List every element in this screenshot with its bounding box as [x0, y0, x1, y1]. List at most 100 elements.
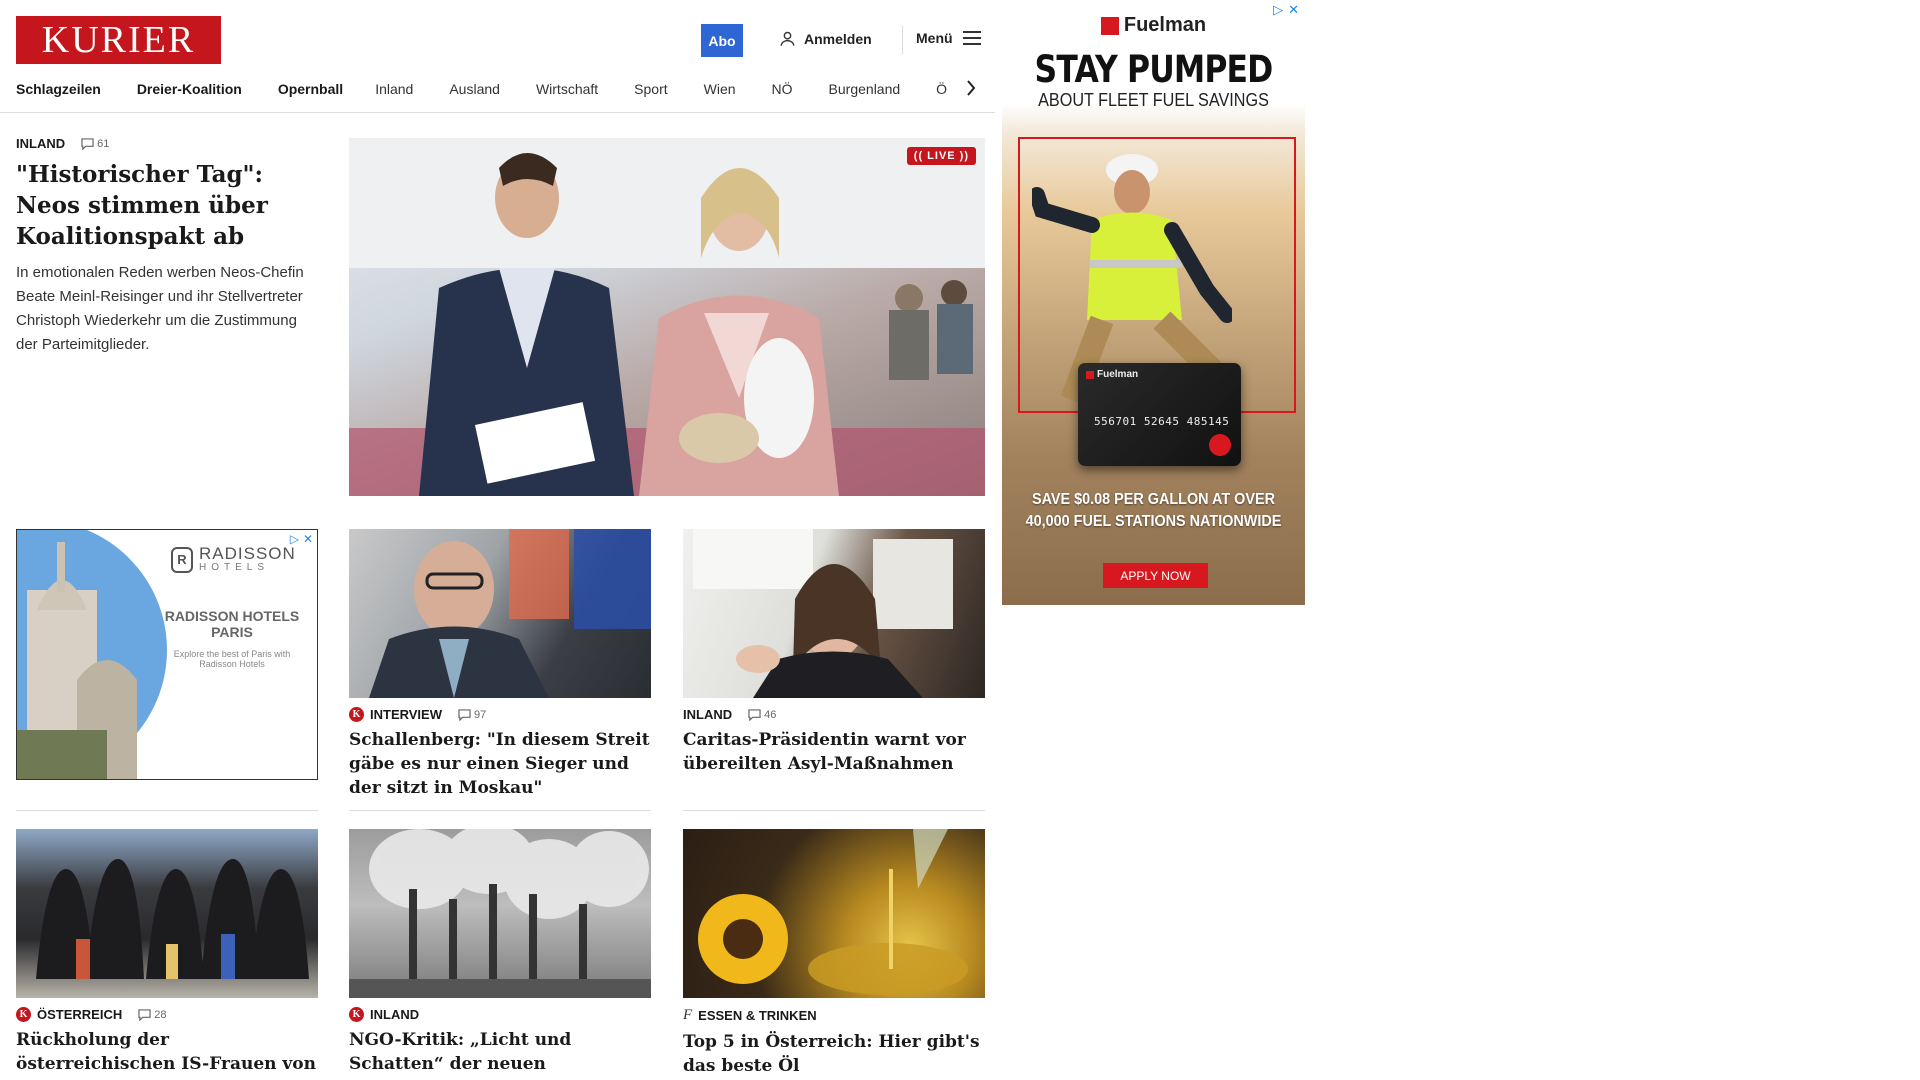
- fuelman-save-text: SAVE $0.08 PER GALLON AT OVER 40,000 FUE…: [1025, 491, 1282, 530]
- header-rule: [0, 112, 995, 113]
- radisson-ad-title: RADISSON HOTELS PARIS: [164, 608, 300, 640]
- comment-count-value: 61: [97, 137, 110, 150]
- row-divider: [349, 810, 651, 811]
- menu-label: Menü: [916, 30, 953, 46]
- row-divider: [16, 810, 318, 811]
- abo-button[interactable]: Abo: [701, 24, 743, 57]
- radisson-mark-icon: R: [171, 546, 193, 573]
- nav-scroll-right-button[interactable]: [962, 78, 980, 98]
- fuelman-headline: STAY PUMPED: [1034, 48, 1274, 91]
- radisson-brand: RADISSON: [199, 544, 296, 563]
- article-photo: [698, 829, 968, 995]
- article-headline[interactable]: Caritas-Präsidentin warnt vor übereilten…: [683, 728, 985, 776]
- fuel-card-image: Fuelman 556701 52645 485145: [1078, 363, 1241, 466]
- article-image[interactable]: [349, 829, 651, 998]
- nav-item-ausland[interactable]: Ausland: [449, 81, 500, 97]
- article-card[interactable]: f ESSEN & TRINKEN Top 5 in Österreich: H…: [683, 829, 985, 1078]
- comment-count[interactable]: 61: [81, 138, 109, 150]
- nav-item-schlagzeilen[interactable]: Schlagzeilen: [16, 81, 101, 97]
- article-photo: [36, 859, 309, 979]
- section-nav: Schlagzeilen Dreier-Koalition Opernball …: [16, 77, 981, 101]
- article-kicker: INLAND 61: [16, 136, 321, 151]
- fuel-card-logo: Fuelman: [1086, 369, 1138, 380]
- article-kicker: K INLAND: [349, 1007, 651, 1022]
- lead-image[interactable]: (( LIVE )): [349, 138, 985, 496]
- apply-now-button[interactable]: APPLY NOW: [1103, 563, 1208, 588]
- kurier-logo[interactable]: KURIER: [16, 16, 221, 64]
- fuelman-logo-mark-icon: [1100, 16, 1119, 35]
- article-card[interactable]: K INLAND NGO-Kritik: „Licht und Schatten…: [349, 829, 651, 1080]
- fuelman-card-mark-icon: [1086, 370, 1094, 379]
- kurier-plus-badge-icon: K: [16, 1007, 31, 1022]
- nav-item-sport[interactable]: Sport: [634, 81, 667, 97]
- row-divider: [683, 810, 985, 811]
- header-divider: [902, 26, 903, 54]
- article-kicker: INLAND 46: [683, 707, 985, 722]
- login-button[interactable]: Anmelden: [779, 30, 872, 47]
- nav-item-wirtschaft[interactable]: Wirtschaft: [536, 81, 598, 97]
- article-image[interactable]: [16, 829, 318, 998]
- fuelman-ad[interactable]: ▷ ✕ Fuelman STAY PUMPED ABOUT FLEET FUEL…: [1002, 0, 1305, 605]
- kurier-plus-badge-icon: K: [349, 1007, 364, 1022]
- article-photo: [369, 529, 651, 698]
- radisson-ad-text: Explore the best of Paris with Radisson …: [173, 649, 291, 669]
- radisson-ad[interactable]: ▷ ✕ R RADISSON HOTELS RADISSON HOTELS PA…: [16, 529, 318, 780]
- article-image[interactable]: [349, 529, 651, 698]
- comment-count[interactable]: 97: [458, 709, 486, 721]
- live-badge: (( LIVE )): [906, 147, 976, 165]
- article-headline[interactable]: Schallenberg: "In diesem Streit gäbe es …: [349, 728, 651, 800]
- nav-item-wien[interactable]: Wien: [704, 81, 736, 97]
- article-image[interactable]: [683, 829, 985, 998]
- nav-item-burgenland[interactable]: Burgenland: [829, 81, 901, 97]
- lead-photo: [349, 138, 985, 496]
- kurier-plus-badge-icon: K: [349, 707, 364, 722]
- comment-count-value: 28: [154, 1008, 167, 1021]
- hamburger-icon: [962, 31, 981, 45]
- article-card[interactable]: K INTERVIEW 97 Schallenberg: "In diesem …: [349, 529, 651, 800]
- ad-close-icon[interactable]: ✕: [303, 532, 313, 546]
- lead-teaser: In emotionalen Reden werben Neos-Chefin …: [16, 264, 304, 353]
- comment-count-value: 97: [474, 708, 487, 721]
- kicker-label: INLAND: [370, 1007, 420, 1022]
- login-label: Anmelden: [804, 30, 872, 47]
- article-image[interactable]: [683, 529, 985, 698]
- article-card[interactable]: K ÖSTERREICH 28 Rückholung der österreic…: [16, 829, 318, 1080]
- comment-count[interactable]: 46: [748, 709, 776, 721]
- nav-item-opernball[interactable]: Opernball: [278, 81, 343, 97]
- article-kicker: K INTERVIEW 97: [349, 707, 651, 722]
- fuel-card-pump-icon: [1209, 434, 1231, 456]
- nav-item-oesterreich[interactable]: Ö: [936, 81, 947, 97]
- kicker-label: ESSEN & TRINKEN: [698, 1008, 817, 1023]
- article-headline[interactable]: Top 5 in Österreich: Hier gibt's das bes…: [683, 1030, 985, 1078]
- kicker-label: ÖSTERREICH: [37, 1007, 123, 1022]
- menu-button[interactable]: Menü: [916, 30, 981, 46]
- comment-count[interactable]: 28: [138, 1009, 166, 1021]
- user-icon: [780, 31, 795, 46]
- comment-icon: [748, 708, 761, 721]
- kicker-label: INTERVIEW: [370, 707, 442, 722]
- fuel-card-number: 556701 52645 485145: [1094, 415, 1230, 428]
- comment-icon: [81, 137, 94, 150]
- nav-item-inland[interactable]: Inland: [375, 81, 413, 97]
- lead-article[interactable]: INLAND 61 "Historischer Tag": Neos stimm…: [16, 136, 321, 357]
- article-kicker: K ÖSTERREICH 28: [16, 1007, 318, 1022]
- comment-icon: [138, 1008, 151, 1021]
- genuss-badge-icon: f: [683, 1007, 693, 1023]
- fuel-card-brand: Fuelman: [1097, 369, 1139, 380]
- lead-headline[interactable]: "Historischer Tag": Neos stimmen über Ko…: [16, 159, 321, 252]
- fuelman-brand: Fuelman: [1123, 14, 1207, 36]
- nav-item-dreier-koalition[interactable]: Dreier-Koalition: [137, 81, 242, 97]
- comment-icon: [458, 708, 471, 721]
- article-headline[interactable]: NGO-Kritik: „Licht und Schatten“ der neu…: [349, 1028, 651, 1080]
- article-card[interactable]: INLAND 46 Caritas-Präsidentin warnt vor …: [683, 529, 985, 776]
- nav-item-noe[interactable]: NÖ: [772, 81, 793, 97]
- comment-count-value: 46: [764, 708, 777, 721]
- radisson-brand-sub: HOTELS: [199, 562, 270, 573]
- article-kicker: f ESSEN & TRINKEN: [683, 1007, 985, 1024]
- chevron-right-icon: [967, 80, 976, 96]
- fuelman-subline: ABOUT FLEET FUEL SAVINGS: [1038, 90, 1269, 110]
- kicker-label: INLAND: [16, 136, 66, 151]
- article-photo: [693, 529, 953, 698]
- fuelman-logo: Fuelman: [1002, 14, 1305, 37]
- article-headline[interactable]: Rückholung der österreichischen IS-Fraue…: [16, 1028, 318, 1080]
